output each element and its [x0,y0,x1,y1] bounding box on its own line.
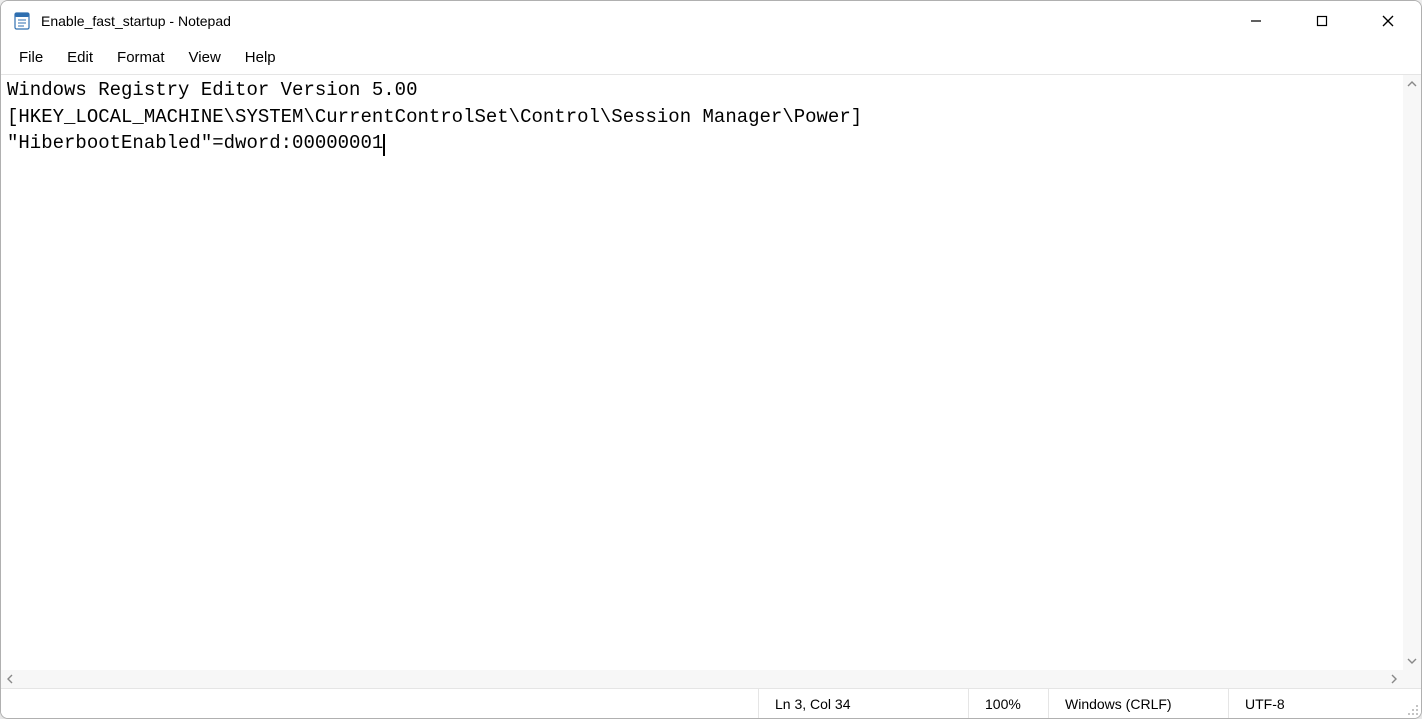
horizontal-scrollbar[interactable] [1,670,1403,688]
close-button[interactable] [1355,1,1421,41]
maximize-button[interactable] [1289,1,1355,41]
menubar: File Edit Format View Help [1,41,1421,75]
menu-format[interactable]: Format [105,44,177,71]
status-zoom: 100% [968,689,1048,718]
titlebar[interactable]: Enable_fast_startup - Notepad [1,1,1421,41]
text-content[interactable]: Windows Registry Editor Version 5.00 [HK… [7,75,1403,670]
window-controls [1223,1,1421,41]
scroll-up-icon[interactable] [1403,75,1421,93]
notepad-app-icon [13,12,31,30]
vertical-scrollbar[interactable] [1403,75,1421,670]
editor-area[interactable]: Windows Registry Editor Version 5.00 [HK… [1,75,1421,688]
menu-file[interactable]: File [7,44,55,71]
editor-line[interactable]: Windows Registry Editor Version 5.00 [7,79,417,101]
scroll-corner [1403,670,1421,688]
text-caret [383,134,385,156]
editor-line[interactable]: "HiberbootEnabled"=dword:00000001 [7,132,383,154]
status-encoding: UTF-8 [1228,689,1403,718]
minimize-button[interactable] [1223,1,1289,41]
status-spacer [1,689,758,718]
statusbar: Ln 3, Col 34 100% Windows (CRLF) UTF-8 [1,688,1421,718]
status-position: Ln 3, Col 34 [758,689,968,718]
scroll-right-icon[interactable] [1385,670,1403,688]
menu-help[interactable]: Help [233,44,288,71]
menu-edit[interactable]: Edit [55,44,105,71]
window-title: Enable_fast_startup - Notepad [41,13,1223,29]
notepad-window: Enable_fast_startup - Notepad File Edit … [0,0,1422,719]
menu-view[interactable]: View [177,44,233,71]
resize-grip-icon[interactable] [1403,689,1421,718]
scroll-left-icon[interactable] [1,670,19,688]
status-line-ending: Windows (CRLF) [1048,689,1228,718]
editor-line[interactable]: [HKEY_LOCAL_MACHINE\SYSTEM\CurrentContro… [7,106,862,128]
scroll-down-icon[interactable] [1403,652,1421,670]
